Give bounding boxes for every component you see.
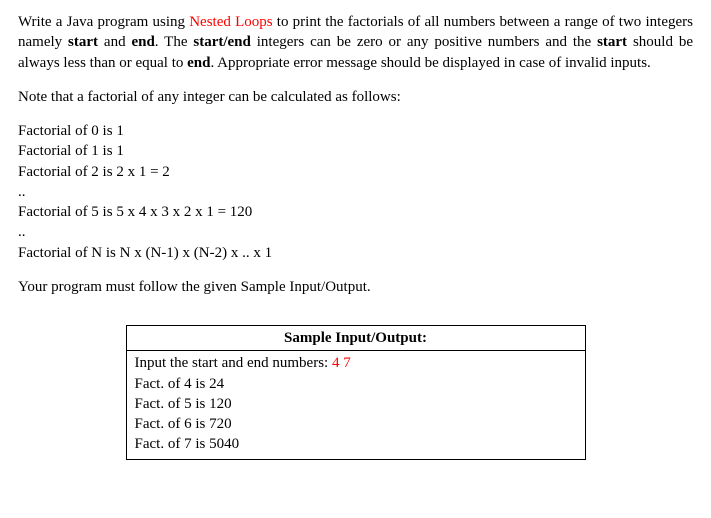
start-term-2: start: [597, 34, 627, 50]
factorial-line: Factorial of 2 is 2 x 1 = 2: [18, 162, 693, 182]
ellipsis-line: ..: [18, 222, 693, 242]
text-segment: Write a Java program using: [18, 14, 189, 30]
factorial-line: Factorial of 5 is 5 x 4 x 3 x 2 x 1 = 12…: [18, 202, 693, 222]
sample-io-box: Sample Input/Output: Input the start and…: [126, 325, 586, 460]
sample-user-input: 4 7: [332, 355, 351, 371]
factorial-line: Factorial of 0 is 1: [18, 121, 693, 141]
ellipsis-line: ..: [18, 182, 693, 202]
text-segment: integers can be zero or any positive num…: [251, 34, 597, 50]
factorial-examples: Factorial of 0 is 1 Factorial of 1 is 1 …: [18, 121, 693, 263]
note-line: Note that a factorial of any integer can…: [18, 87, 693, 107]
end-term-2: end: [187, 55, 210, 71]
start-term: start: [68, 34, 98, 50]
follow-sample-line: Your program must follow the given Sampl…: [18, 277, 693, 297]
factorial-line: Factorial of 1 is 1: [18, 141, 693, 161]
sample-container: Sample Input/Output: Input the start and…: [18, 325, 693, 460]
text-segment: . Appropriate error message should be di…: [210, 55, 650, 71]
sample-input-line: Input the start and end numbers: 4 7: [135, 353, 577, 373]
text-segment: . The: [155, 34, 194, 50]
sample-header: Sample Input/Output:: [127, 326, 585, 351]
factorial-line: Factorial of N is N x (N-1) x (N-2) x ..…: [18, 243, 693, 263]
sample-prompt: Input the start and end numbers:: [135, 355, 332, 371]
sample-body: Input the start and end numbers: 4 7 Fac…: [127, 351, 585, 458]
sample-output-line: Fact. of 6 is 720: [135, 414, 577, 434]
sample-output-line: Fact. of 7 is 5040: [135, 434, 577, 454]
end-term: end: [131, 34, 154, 50]
sample-output-line: Fact. of 5 is 120: [135, 394, 577, 414]
text-segment: and: [98, 34, 131, 50]
startend-term: start/end: [193, 34, 251, 50]
sample-output-line: Fact. of 4 is 24: [135, 374, 577, 394]
nested-loops-term: Nested Loops: [189, 14, 272, 30]
problem-paragraph: Write a Java program using Nested Loops …: [18, 12, 693, 73]
